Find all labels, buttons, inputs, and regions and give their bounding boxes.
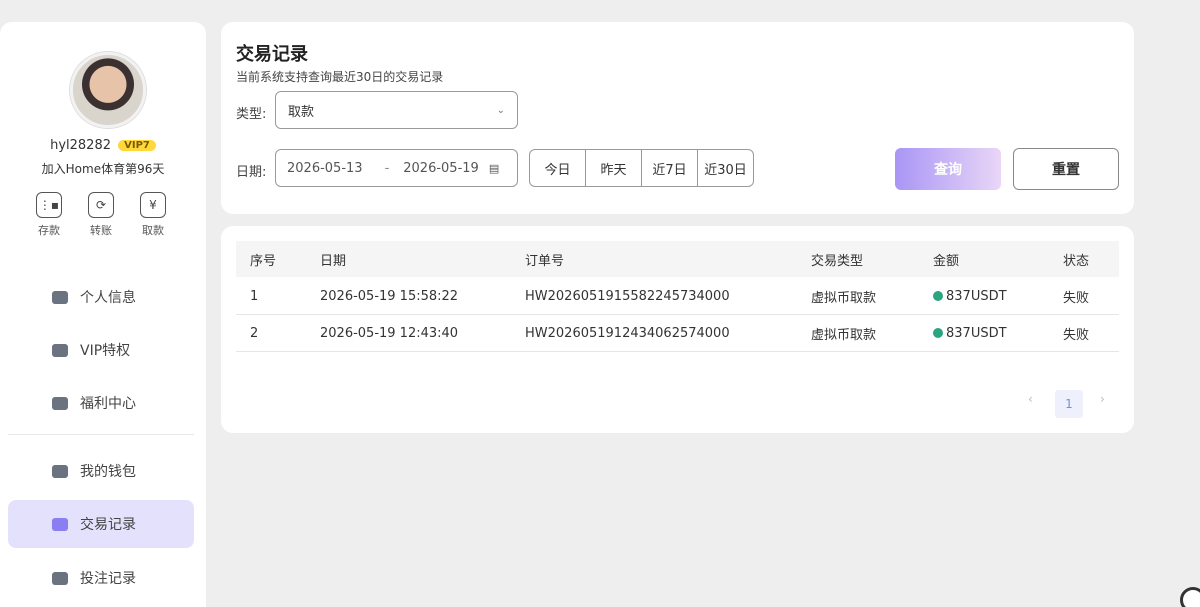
transactions-table: 序号 日期 订单号 交易类型 金额 状态 1 2026-05-19 15:58:…: [221, 226, 1134, 433]
range-yesterday-button[interactable]: 昨天: [586, 150, 642, 186]
transfer-label: 转账: [90, 224, 112, 237]
profile-icon: [52, 290, 68, 304]
amount-value: 837USDT: [946, 288, 1007, 304]
page-subtitle: 当前系统支持查询最近30日的交易记录: [236, 70, 444, 84]
calendar-icon: ▤: [488, 161, 500, 175]
deposit-button[interactable]: ⋮▪ 存款: [29, 192, 69, 238]
date-start[interactable]: 2026-05-13: [287, 161, 363, 176]
crown-icon: [52, 343, 68, 357]
bet-record-icon: [52, 571, 68, 585]
transfer-icon: ⟳: [88, 192, 114, 218]
date-range-picker[interactable]: 2026-05-13 - 2026-05-19 ▤: [275, 149, 518, 187]
sidebar-item-welfare[interactable]: 福利中心: [8, 379, 194, 427]
sidebar-item-label: VIP特权: [80, 343, 131, 359]
cell-order: HW2026051912434062574000: [525, 325, 730, 341]
user-info: hyl28282 VIP7: [0, 138, 206, 153]
usdt-coin-icon: [933, 328, 943, 338]
username: hyl28282: [50, 138, 111, 153]
withdraw-icon: ¥: [140, 192, 166, 218]
gift-icon: [52, 396, 68, 410]
cell-amount: 837USDT: [933, 278, 1007, 314]
cell-date: 2026-05-19 15:58:22: [320, 288, 459, 304]
type-select-value: 取款: [288, 104, 315, 120]
cell-date: 2026-05-19 12:43:40: [320, 325, 459, 341]
sidebar-item-vip[interactable]: VIP特权: [8, 326, 194, 374]
cell-type: 虚拟币取款: [811, 290, 877, 306]
cell-status: 失败: [1063, 290, 1090, 306]
quick-range-group: 今日 昨天 近7日 近30日: [529, 149, 754, 187]
transfer-button[interactable]: ⟳ 转账: [81, 192, 121, 238]
type-label: 类型:: [236, 107, 267, 122]
reset-button[interactable]: 重置: [1013, 148, 1119, 190]
type-select[interactable]: 取款 ⌄: [275, 91, 518, 129]
withdraw-label: 取款: [142, 224, 164, 237]
cell-no: 2: [250, 325, 259, 341]
filter-panel: 交易记录 当前系统支持查询最近30日的交易记录 类型: 取款 ⌄ 日期: 202…: [221, 22, 1134, 214]
sidebar-item-label: 交易记录: [80, 517, 136, 533]
sidebar-item-label: 我的钱包: [80, 464, 136, 480]
col-header-no: 序号: [250, 253, 277, 269]
sidebar-item-wallet[interactable]: 我的钱包: [8, 447, 194, 495]
col-header-type: 交易类型: [811, 253, 864, 269]
page-title: 交易记录: [236, 44, 308, 65]
sidebar-item-bets[interactable]: 投注记录: [8, 554, 194, 602]
sidebar-item-label: 福利中心: [80, 396, 136, 412]
chevron-down-icon: ⌄: [496, 104, 505, 116]
col-header-order: 订单号: [525, 253, 565, 269]
deposit-label: 存款: [38, 224, 60, 237]
vip-badge: VIP7: [118, 140, 156, 151]
table-row: 1 2026-05-19 15:58:22 HW2026051915582245…: [236, 278, 1119, 315]
transaction-icon: [52, 517, 68, 531]
sidebar-item-label: 个人信息: [80, 290, 136, 306]
sidebar-item-label: 投注记录: [80, 571, 136, 587]
usdt-coin-icon: [933, 291, 943, 301]
cell-status: 失败: [1063, 327, 1090, 343]
sidebar: hyl28282 VIP7 加入Home体育第96天 ⋮▪ 存款 ⟳ 转账 ¥ …: [0, 22, 206, 607]
table-row: 2 2026-05-19 12:43:40 HW2026051912434062…: [236, 315, 1119, 352]
withdraw-button[interactable]: ¥ 取款: [133, 192, 173, 238]
date-separator: -: [384, 160, 390, 176]
cell-order: HW2026051915582245734000: [525, 288, 730, 304]
range-7days-button[interactable]: 近7日: [642, 150, 698, 186]
cell-type: 虚拟币取款: [811, 327, 877, 343]
amount-value: 837USDT: [946, 325, 1007, 341]
pagination-prev-button[interactable]: ‹: [1028, 392, 1033, 406]
avatar[interactable]: [70, 52, 146, 128]
date-label: 日期:: [236, 165, 267, 180]
pagination-next-button[interactable]: ›: [1100, 392, 1105, 406]
cell-amount: 837USDT: [933, 315, 1007, 351]
cell-no: 1: [250, 288, 259, 304]
date-end[interactable]: 2026-05-19: [403, 161, 479, 176]
sidebar-item-transactions[interactable]: 交易记录: [8, 500, 194, 548]
nav-divider: [8, 434, 194, 435]
col-header-date: 日期: [320, 253, 347, 269]
join-days-text: 加入Home体育第96天: [41, 162, 165, 176]
col-header-amount: 金额: [933, 253, 960, 269]
pagination-page-1[interactable]: 1: [1055, 390, 1083, 418]
table-header: 序号 日期 订单号 交易类型 金额 状态: [236, 241, 1119, 277]
sidebar-item-profile[interactable]: 个人信息: [8, 273, 194, 321]
col-header-status: 状态: [1063, 253, 1090, 269]
wallet-icon: [52, 464, 68, 478]
range-today-button[interactable]: 今日: [530, 150, 586, 186]
range-30days-button[interactable]: 近30日: [698, 150, 753, 186]
query-button[interactable]: 查询: [895, 148, 1001, 190]
customer-support-icon[interactable]: [1180, 587, 1200, 607]
deposit-icon: ⋮▪: [36, 192, 62, 218]
